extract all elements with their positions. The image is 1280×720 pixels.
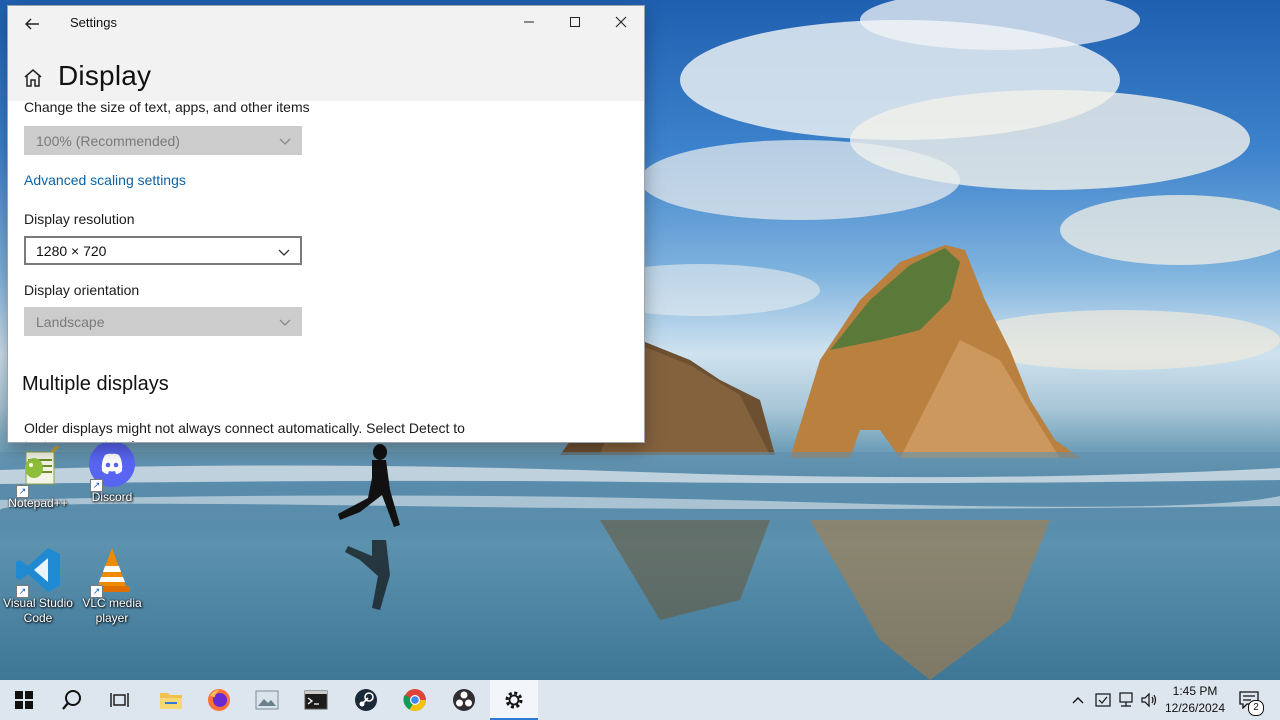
shortcut-arrow-icon: ↗: [16, 585, 29, 598]
multiple-displays-heading: Multiple displays: [22, 373, 169, 395]
resolution-label: Display resolution: [24, 211, 135, 227]
shortcut-arrow-icon: ↗: [90, 479, 103, 492]
back-button[interactable]: [16, 10, 48, 38]
notepad-plus-plus-icon: ↗: [14, 444, 62, 498]
close-icon: [615, 16, 627, 28]
vlc-icon: ↗: [88, 546, 136, 598]
desktop-icon-label: Visual Studio Code: [3, 596, 73, 625]
resolution-dropdown[interactable]: 1280 × 720: [24, 236, 302, 265]
orientation-label: Display orientation: [24, 282, 140, 298]
steam-button[interactable]: [342, 680, 390, 720]
chevron-down-icon: [279, 319, 291, 326]
network-button[interactable]: [1116, 690, 1136, 710]
firefox-icon: [208, 689, 230, 711]
vscode-icon: ↗: [14, 546, 62, 598]
advanced-scaling-link[interactable]: Advanced scaling settings: [24, 172, 186, 188]
search-icon: [62, 690, 81, 710]
volume-button[interactable]: [1140, 690, 1160, 710]
chevron-up-icon: [1072, 697, 1084, 704]
resolution-value: 1280 × 720: [36, 242, 107, 259]
desktop-icon-label: VLC media player: [82, 596, 142, 625]
firefox-button[interactable]: [195, 680, 243, 720]
tray-app-icon: [1095, 693, 1111, 707]
scale-value: 100% (Recommended): [36, 132, 180, 149]
search-button[interactable]: [48, 680, 96, 720]
scale-label: Change the size of text, apps, and other…: [24, 101, 310, 115]
chrome-button[interactable]: [391, 680, 439, 720]
desktop-icon-discord[interactable]: ↗ Discord: [74, 440, 150, 505]
obs-button[interactable]: [440, 680, 488, 720]
file-explorer-button[interactable]: [147, 680, 195, 720]
multiple-displays-description: Older displays might not always connect …: [24, 420, 465, 442]
start-icon: [15, 691, 33, 709]
close-button[interactable]: [598, 6, 644, 38]
desktop-icon-vscode[interactable]: ↗ Visual Studio Code: [0, 546, 76, 626]
task-view-icon: [110, 693, 129, 707]
taskbar: 1:45 PM 12/26/2024 2: [0, 680, 1280, 720]
discord-icon: ↗: [88, 440, 136, 492]
tray-app-button[interactable]: [1093, 690, 1113, 710]
page-title: Display: [58, 60, 152, 91]
photos-icon: [255, 690, 279, 710]
title-bar[interactable]: Settings: [8, 6, 644, 40]
minimize-button[interactable]: [506, 6, 552, 38]
volume-icon: [1141, 692, 1157, 708]
desktop-icon-notepad-plus-plus[interactable]: ↗ Notepad++: [0, 444, 76, 511]
desktop-icon-label: Notepad++: [8, 496, 68, 510]
settings-window: Settings Display Change the size of text…: [8, 6, 644, 442]
steam-icon: [355, 689, 377, 711]
display-settings-content: Change the size of text, apps, and other…: [8, 101, 644, 442]
orientation-dropdown[interactable]: Landscape: [24, 307, 302, 336]
clock-time: 1:45 PM: [1172, 684, 1218, 698]
show-hidden-icons-button[interactable]: [1068, 690, 1088, 710]
desktop-icon-label: Discord: [91, 490, 133, 504]
maximize-button[interactable]: [552, 6, 598, 38]
settings-icon: [505, 691, 523, 709]
shortcut-arrow-icon: ↗: [16, 485, 29, 498]
obs-icon: [453, 689, 475, 711]
terminal-icon: [304, 690, 328, 710]
orientation-value: Landscape: [36, 313, 105, 330]
scale-dropdown[interactable]: 100% (Recommended): [24, 126, 302, 155]
notification-count-badge: 2: [1248, 700, 1264, 716]
chevron-down-icon: [278, 249, 290, 256]
file-explorer-icon: [160, 693, 182, 709]
clock-date: 12/26/2024: [1164, 701, 1226, 715]
terminal-button[interactable]: [292, 680, 340, 720]
notification-center-button[interactable]: 2: [1238, 690, 1264, 716]
chevron-down-icon: [279, 138, 291, 145]
back-arrow-icon: [25, 18, 39, 30]
desktop-icon-vlc[interactable]: ↗ VLC media player: [74, 546, 150, 626]
photos-button[interactable]: [243, 680, 291, 720]
app-title: Settings: [70, 15, 117, 30]
minimize-icon: [524, 21, 534, 23]
maximize-icon: [570, 17, 580, 27]
shortcut-arrow-icon: ↗: [90, 585, 103, 598]
start-button[interactable]: [0, 680, 48, 720]
task-view-button[interactable]: [96, 680, 144, 720]
chrome-icon: [403, 689, 426, 711]
home-icon[interactable]: [22, 67, 46, 91]
clock[interactable]: 1:45 PM 12/26/2024: [1160, 683, 1230, 717]
settings-taskbar-button[interactable]: [490, 680, 538, 720]
network-icon: [1119, 692, 1133, 707]
